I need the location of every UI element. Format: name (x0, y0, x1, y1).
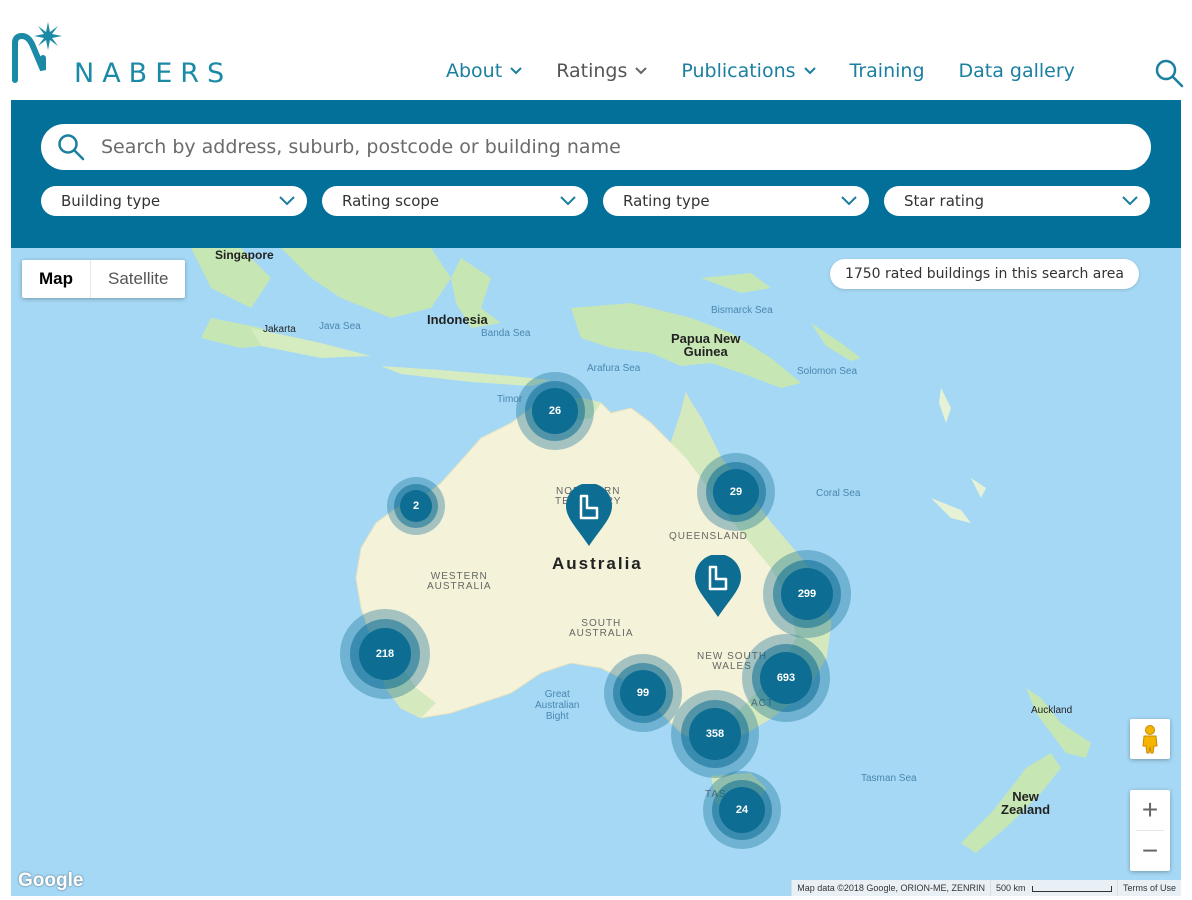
nav-ratings-label: Ratings (556, 60, 628, 82)
rating-scope-label: Rating scope (342, 192, 440, 210)
rating-type-label: Rating type (623, 192, 710, 210)
chevron-down-icon (279, 196, 295, 206)
label-papua-new-guinea: Papua New Guinea (671, 332, 740, 358)
label-singapore: Singapore (215, 248, 274, 262)
nav-training-label: Training (849, 60, 925, 82)
nav-ratings[interactable]: Ratings (556, 60, 648, 82)
label-tasman-sea: Tasman Sea (861, 773, 917, 784)
cluster-count: 358 (705, 728, 725, 740)
chevron-down-icon (635, 67, 648, 75)
cluster-marker[interactable]: 2 (387, 477, 445, 535)
cluster-count: 299 (797, 588, 817, 600)
building-search-box (41, 124, 1151, 170)
zoom-controls: + − (1130, 790, 1170, 871)
rating-type-select[interactable]: Rating type (603, 186, 869, 216)
zoom-in-button[interactable]: + (1130, 790, 1170, 830)
cluster-count: 29 (729, 486, 743, 498)
map-data-credit[interactable]: Map data ©2018 Google, ORION-ME, ZENRIN (791, 880, 990, 896)
cluster-marker[interactable]: 26 (516, 372, 594, 450)
nav-publications[interactable]: Publications (681, 60, 816, 82)
main-nav: About Ratings Publications Training Data… (446, 60, 1109, 82)
cluster-count: 24 (735, 804, 749, 816)
building-pin-icon[interactable] (565, 484, 613, 548)
cluster-marker[interactable]: 358 (671, 690, 759, 778)
gab-line1: Great (544, 689, 570, 700)
search-filter-panel: Building type Rating scope Rating type S… (11, 100, 1181, 248)
zoom-out-button[interactable]: − (1130, 831, 1170, 871)
nav-publications-label: Publications (681, 60, 796, 82)
label-java-sea: Java Sea (319, 321, 361, 332)
sa-line2: AUSTRALIA (569, 628, 634, 639)
cluster-marker[interactable]: 29 (697, 453, 775, 531)
label-coral-sea: Coral Sea (816, 488, 861, 499)
nav-about-label: About (446, 60, 503, 82)
label-jakarta: Jakarta (263, 324, 296, 335)
label-bismarck-sea: Bismarck Sea (711, 305, 773, 316)
result-count-badge: 1750 rated buildings in this search area (829, 259, 1139, 289)
gab-line3: Bight (545, 711, 569, 722)
chevron-down-icon (841, 196, 857, 206)
street-view-pegman[interactable] (1130, 719, 1170, 759)
brand-name: NABERS (74, 58, 233, 89)
filter-dropdowns: Building type Rating scope Rating type S… (41, 186, 1150, 216)
gab-line2: Australian (535, 700, 580, 711)
label-solomon-sea: Solomon Sea (797, 366, 858, 377)
map-type-toggle: Map Satellite (22, 260, 186, 298)
label-great-australian-bight: Great Australian Bight (535, 689, 579, 722)
cluster-count: 218 (375, 648, 395, 660)
chevron-down-icon (560, 196, 576, 206)
nav-data-gallery-label: Data gallery (958, 60, 1075, 82)
terms-of-use-link[interactable]: Terms of Use (1116, 880, 1181, 896)
search-input[interactable] (101, 136, 1081, 158)
nav-data-gallery[interactable]: Data gallery (959, 60, 1075, 82)
map-scale[interactable]: 500 km (989, 880, 1117, 896)
pegman-icon (1142, 725, 1158, 754)
wa-line2: AUSTRALIA (427, 581, 492, 592)
label-auckland: Auckland (1031, 705, 1073, 716)
buildings-map[interactable]: Singapore Jakarta Java Sea Indonesia Ban… (11, 248, 1181, 896)
label-indonesia: Indonesia (427, 312, 488, 327)
building-type-select[interactable]: Building type (41, 186, 307, 216)
cluster-marker[interactable]: 218 (340, 609, 430, 699)
label-queensland: QUEENSLAND (669, 531, 748, 542)
label-australia: Australia (552, 554, 643, 573)
map-type-map-button[interactable]: Map (22, 260, 90, 298)
star-rating-select[interactable]: Star rating (884, 186, 1150, 216)
rating-scope-select[interactable]: Rating scope (322, 186, 588, 216)
search-icon[interactable] (1154, 58, 1184, 88)
chevron-down-icon (803, 67, 816, 75)
cluster-marker[interactable]: 693 (742, 634, 830, 722)
map-attribution: Map data ©2018 Google, ORION-ME, ZENRIN … (791, 880, 1181, 896)
search-icon (58, 134, 85, 161)
google-logo[interactable]: Google (18, 870, 83, 892)
label-western-australia: WESTERN AUSTRALIA (427, 572, 492, 592)
building-type-label: Building type (61, 192, 161, 210)
cluster-marker[interactable]: 299 (763, 550, 851, 638)
label-arafura-sea: Arafura Sea (587, 363, 641, 374)
map-scale-label: 500 km (995, 883, 1026, 893)
cluster-marker[interactable]: 24 (703, 771, 781, 849)
cluster-count: 99 (636, 687, 650, 699)
cluster-count: 693 (776, 672, 796, 684)
png-line2: Guinea (683, 344, 728, 359)
chevron-down-icon (1122, 196, 1138, 206)
nav-about[interactable]: About (446, 60, 522, 82)
nabers-star-icon (12, 22, 62, 83)
cluster-count: 2 (412, 500, 420, 512)
label-new-zealand: New Zealand (1001, 790, 1050, 816)
site-header: NABERS About Ratings Publications Traini… (0, 0, 1192, 100)
nz-line2: Zealand (1001, 802, 1051, 817)
building-pin-icon[interactable] (694, 555, 742, 619)
label-south-australia: SOUTH AUSTRALIA (569, 619, 634, 639)
chevron-down-icon (510, 67, 522, 75)
map-type-satellite-button[interactable]: Satellite (90, 260, 185, 298)
nav-training[interactable]: Training (850, 60, 925, 82)
label-banda-sea: Banda Sea (481, 328, 531, 339)
cluster-marker[interactable]: 99 (604, 654, 682, 732)
star-rating-label: Star rating (904, 192, 984, 210)
cluster-count: 26 (548, 405, 562, 417)
